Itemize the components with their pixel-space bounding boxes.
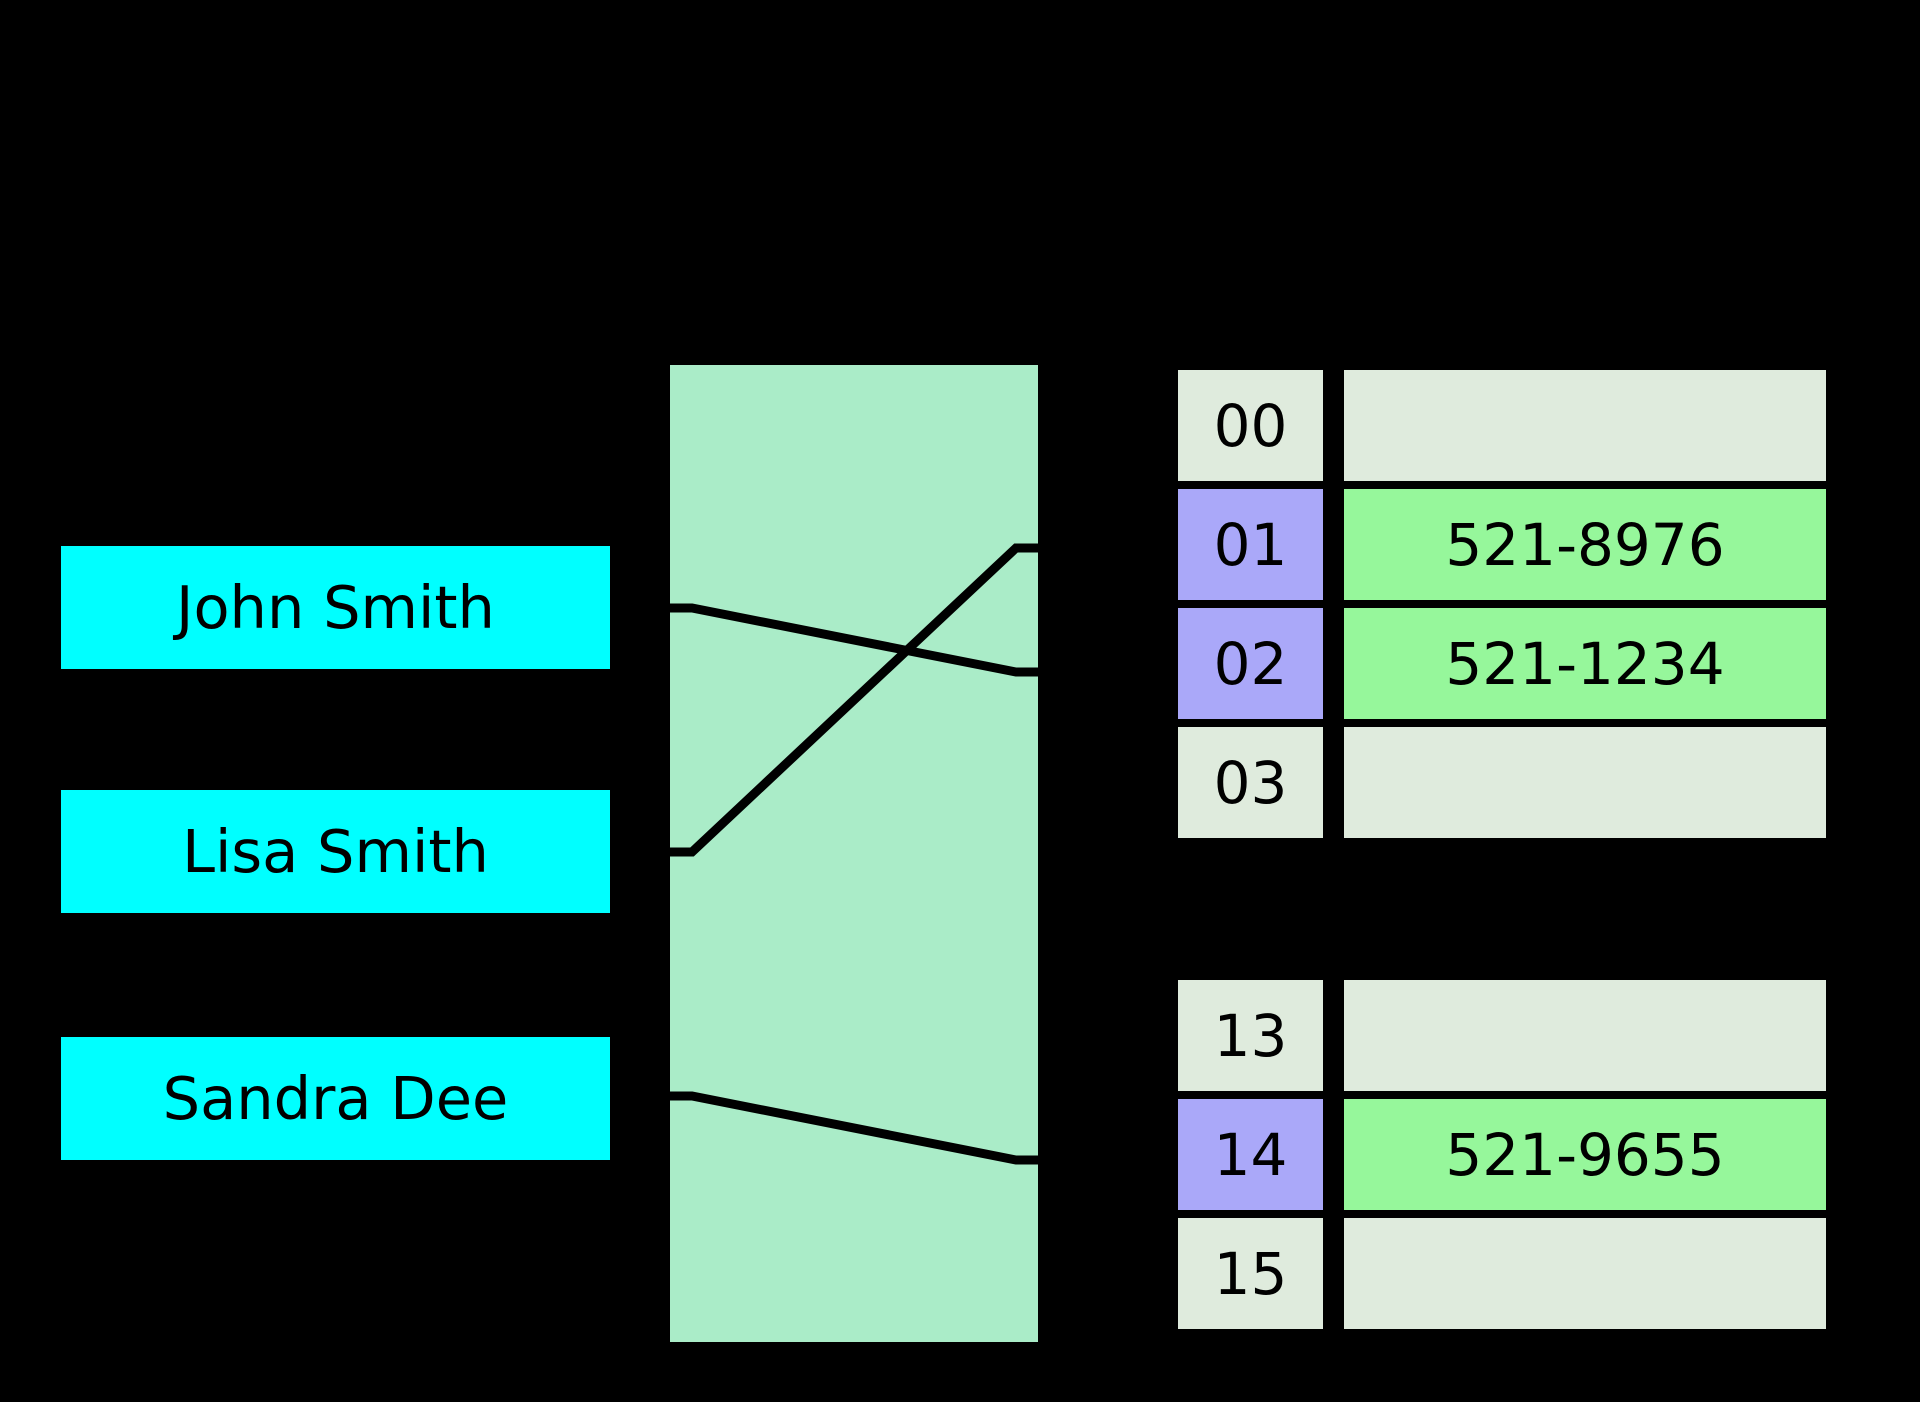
diagram-canvas: John Smith Lisa Smith Sandra Dee 00 01 5…	[0, 0, 1920, 1402]
table-row[interactable]: 14 521-9655	[1178, 1099, 1826, 1210]
bucket-value	[1344, 727, 1826, 838]
table-row[interactable]: 00	[1178, 370, 1826, 481]
connector-sandra-to-14	[670, 1091, 1038, 1165]
table-row[interactable]: 02 521-1234	[1178, 608, 1826, 719]
key-label: John Smith	[176, 573, 495, 642]
key-box-john-smith[interactable]: John Smith	[61, 546, 610, 669]
bucket-value: 521-9655	[1344, 1099, 1826, 1210]
bucket-index: 01	[1178, 489, 1323, 600]
connector-john-to-02	[670, 603, 1038, 677]
table-row[interactable]: 03	[1178, 727, 1826, 838]
table-row[interactable]: 13	[1178, 980, 1826, 1091]
table-row[interactable]: 01 521-8976	[1178, 489, 1826, 600]
bucket-value	[1344, 1218, 1826, 1329]
bucket-index: 13	[1178, 980, 1323, 1091]
hash-function-panel	[670, 365, 1038, 1342]
connector-lisa-to-01	[670, 543, 1038, 857]
bucket-value	[1344, 980, 1826, 1091]
bucket-index: 14	[1178, 1099, 1323, 1210]
bucket-table-upper: 00 01 521-8976 02 521-1234 03	[1178, 370, 1826, 838]
key-label: Sandra Dee	[162, 1064, 509, 1133]
key-box-lisa-smith[interactable]: Lisa Smith	[61, 790, 610, 913]
key-label: Lisa Smith	[182, 817, 489, 886]
bucket-index: 03	[1178, 727, 1323, 838]
key-box-sandra-dee[interactable]: Sandra Dee	[61, 1037, 610, 1160]
bucket-index: 00	[1178, 370, 1323, 481]
bucket-table-lower: 13 14 521-9655 15	[1178, 980, 1826, 1329]
bucket-index: 15	[1178, 1218, 1323, 1329]
table-row[interactable]: 15	[1178, 1218, 1826, 1329]
hash-connector-lines	[670, 543, 1038, 1165]
bucket-value	[1344, 370, 1826, 481]
bucket-value: 521-1234	[1344, 608, 1826, 719]
bucket-index: 02	[1178, 608, 1323, 719]
bucket-value: 521-8976	[1344, 489, 1826, 600]
